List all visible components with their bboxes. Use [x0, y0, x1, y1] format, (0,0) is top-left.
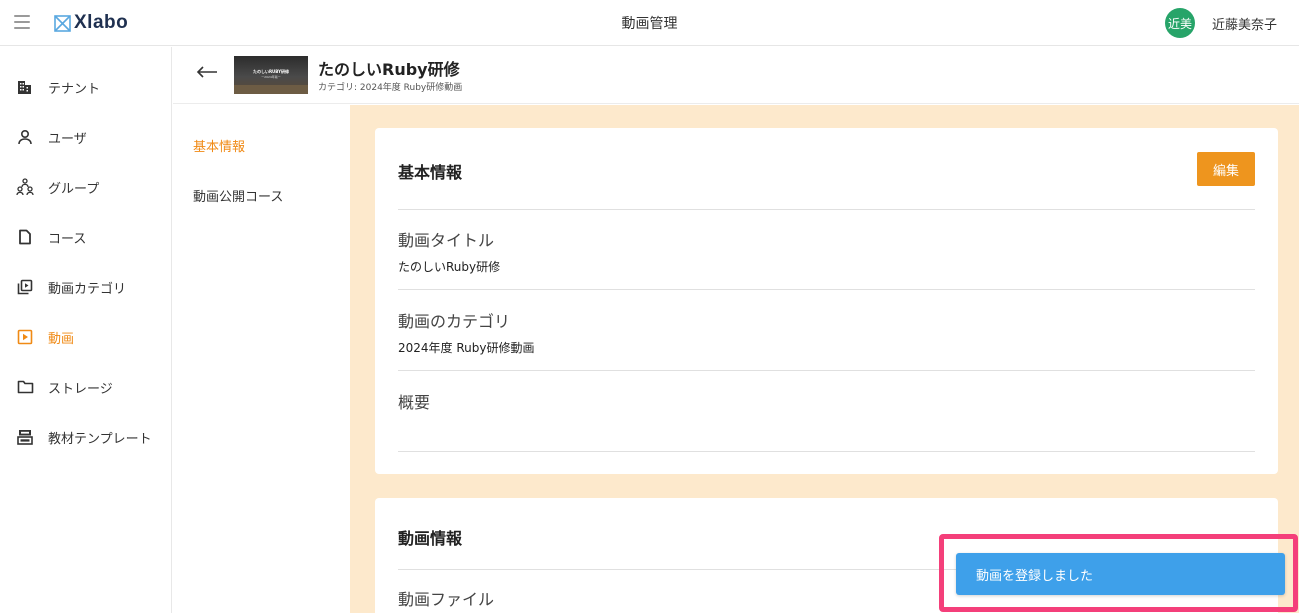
avatar[interactable]: 近美 [1164, 8, 1195, 38]
sidebar-item-label: テナント [48, 81, 101, 97]
sidebar-item-label: グループ [48, 181, 100, 197]
field-value-category: 2024年度 Ruby研修動画 [398, 341, 535, 355]
field-label-summary: 概要 [398, 393, 431, 412]
group-icon [16, 178, 34, 196]
field-label-category: 動画のカテゴリ [398, 312, 511, 331]
sidebar-item-template[interactable]: 教材テンプレート [0, 417, 171, 457]
divider [398, 370, 1255, 371]
sidebar-item-label: ストレージ [48, 381, 113, 397]
page-title: 動画管理 [621, 16, 678, 32]
thumbnail-subtitle: ー2024年版ー [261, 75, 281, 79]
template-icon [16, 428, 34, 446]
basic-info-card: 基本情報 編集 動画タイトル たのしいRuby研修 動画のカテゴリ 2024年度… [375, 128, 1278, 474]
document-icon [16, 228, 34, 246]
back-arrow-icon[interactable] [195, 62, 219, 82]
sidebar-item-label: 動画 [48, 331, 75, 347]
user-menu[interactable]: 近美 近藤美奈子 [1164, 8, 1277, 38]
sidebar-item-tenant[interactable]: テナント [0, 67, 171, 107]
play-icon [16, 328, 34, 346]
sidebar-item-label: 教材テンプレート [48, 431, 152, 447]
sidebar-item-label: コース [48, 231, 87, 247]
app-header: Xlabo 動画管理 近美 近藤美奈子 [0, 0, 1299, 46]
sub-navigation: 基本情報 動画公開コース [173, 105, 350, 613]
video-thumbnail: たのしいRUBY研修 ー2024年版ー [234, 56, 308, 94]
video-category: カテゴリ: 2024年度 Ruby研修動画 [318, 83, 463, 93]
sidebar: テナント ユーザ グループ コース 動画カテゴリ 動画 ストレージ 教材テンプレ… [0, 47, 172, 613]
video-library-icon [16, 278, 34, 296]
sidebar-item-storage[interactable]: ストレージ [0, 367, 171, 407]
user-icon [16, 128, 34, 146]
sidebar-item-course[interactable]: コース [0, 217, 171, 257]
sidebar-item-user[interactable]: ユーザ [0, 117, 171, 157]
divider [398, 209, 1255, 210]
sidebar-item-video-category[interactable]: 動画カテゴリ [0, 267, 171, 307]
sidebar-item-video[interactable]: 動画 [0, 317, 171, 357]
video-header: たのしいRUBY研修 ー2024年版ー たのしいRuby研修 カテゴリ: 202… [173, 47, 1299, 104]
card-title: 動画情報 [398, 529, 463, 548]
folder-icon [16, 378, 34, 396]
divider [398, 289, 1255, 290]
user-name[interactable]: 近藤美奈子 [1212, 14, 1277, 33]
sidebar-item-label: ユーザ [48, 131, 87, 147]
edit-button[interactable]: 編集 [1197, 152, 1255, 186]
tab-basic-info[interactable]: 基本情報 [193, 136, 245, 155]
toast-notification: 動画を登録しました [956, 553, 1285, 595]
field-value-title: たのしいRuby研修 [398, 260, 501, 274]
sidebar-item-label: 動画カテゴリ [48, 281, 127, 297]
field-label-video-file: 動画ファイル [398, 590, 495, 609]
tab-published-courses[interactable]: 動画公開コース [193, 186, 283, 205]
card-title: 基本情報 [398, 163, 463, 182]
building-icon [16, 78, 34, 96]
field-label-title: 動画タイトル [398, 231, 495, 250]
divider [398, 451, 1255, 452]
video-title: たのしいRuby研修 [318, 60, 460, 79]
sidebar-item-group[interactable]: グループ [0, 167, 171, 207]
